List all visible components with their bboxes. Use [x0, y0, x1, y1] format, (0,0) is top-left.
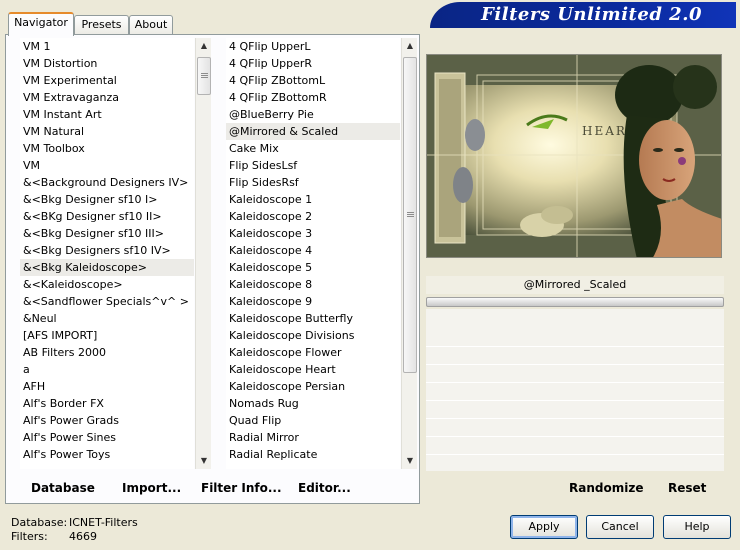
editor-button[interactable]: Editor...	[298, 481, 351, 495]
randomize-button[interactable]: Randomize	[569, 481, 643, 495]
tab-navigator[interactable]: Navigator	[8, 12, 74, 36]
list-item[interactable]: Kaleidoscope Flower	[226, 344, 400, 361]
list-item[interactable]: VM 1	[20, 38, 194, 55]
list-item[interactable]: Alf's Power Sines	[20, 429, 194, 446]
list-item[interactable]: Radial Replicate	[226, 446, 400, 463]
category-list[interactable]: VM 1 VM Distortion VM Experimental VM Extra…	[20, 38, 194, 469]
list-item[interactable]: Radial Mirror	[226, 429, 400, 446]
list-item[interactable]: VM Experimental	[20, 72, 194, 89]
tab-about[interactable]: About	[129, 15, 173, 34]
preview-artwork: HEART	[427, 55, 721, 257]
list-item[interactable]: VM Distortion	[20, 55, 194, 72]
list-item[interactable]: Cake Mix	[226, 140, 400, 157]
list-item[interactable]: Kaleidoscope 9	[226, 293, 400, 310]
list-item[interactable]: Quad Flip	[226, 412, 400, 429]
list-item[interactable]: Flip SidesRsf	[226, 174, 400, 191]
list-item[interactable]: Kaleidoscope Persian	[226, 378, 400, 395]
list-item[interactable]: 4 QFlip ZBottomL	[226, 72, 400, 89]
list-item[interactable]: VM Extravaganza	[20, 89, 194, 106]
apply-button[interactable]: Apply	[510, 515, 578, 539]
list-item[interactable]: &Neul	[20, 310, 194, 327]
list-item[interactable]: Nomads Rug	[226, 395, 400, 412]
list-item[interactable]: a	[20, 361, 194, 378]
list-item[interactable]: [AFS IMPORT]	[20, 327, 194, 344]
list-item[interactable]: &<Sandflower Specials^v^ >	[20, 293, 194, 310]
database-label: Database:	[11, 516, 68, 529]
tab-presets[interactable]: Presets	[74, 15, 129, 34]
list-item[interactable]: &<Bkg Designer sf10 I>	[20, 191, 194, 208]
list-item[interactable]: Alf's Power Toys	[20, 446, 194, 463]
filters-count-value: 4669	[69, 530, 97, 543]
scroll-up-arrow-icon[interactable]: ▲	[402, 38, 418, 54]
list-item[interactable]: &<Bkg Designer sf10 III>	[20, 225, 194, 242]
list-item[interactable]: 4 QFlip UpperL	[226, 38, 400, 55]
list-item[interactable]: &<Kaleidoscope>	[20, 276, 194, 293]
list-item[interactable]: &<Background Designers IV>	[20, 174, 194, 191]
import-button[interactable]: Import...	[122, 481, 181, 495]
reset-button[interactable]: Reset	[668, 481, 706, 495]
list-item[interactable]: AFH	[20, 378, 194, 395]
list-item[interactable]: &<Bkg Designers sf10 IV>	[20, 242, 194, 259]
list-item[interactable]: @BlueBerry Pie	[226, 106, 400, 123]
filter-info-button[interactable]: Filter Info...	[201, 481, 282, 495]
database-value: ICNET-Filters	[69, 516, 138, 529]
scroll-thumb[interactable]	[197, 57, 211, 95]
list-item[interactable]: Kaleidoscope 4	[226, 242, 400, 259]
list-item[interactable]: Alf's Border FX	[20, 395, 194, 412]
app-title-banner: Filters Unlimited 2.0	[430, 2, 736, 28]
filters-count-label: Filters:	[11, 530, 48, 543]
list-item[interactable]: Kaleidoscope Divisions	[226, 327, 400, 344]
filter-list[interactable]: 4 QFlip UpperL 4 QFlip UpperR 4 QFlip ZBot…	[226, 38, 400, 469]
cancel-button[interactable]: Cancel	[586, 515, 654, 539]
list-item[interactable]: 4 QFlip ZBottomR	[226, 89, 400, 106]
list-item[interactable]: 4 QFlip UpperR	[226, 55, 400, 72]
scroll-thumb[interactable]	[403, 57, 417, 373]
scroll-down-arrow-icon[interactable]: ▼	[402, 453, 418, 469]
current-filter-name: @Mirrored _Scaled	[426, 276, 724, 294]
list-item[interactable]: Kaleidoscope 8	[226, 276, 400, 293]
list-item[interactable]: Kaleidoscope 1	[226, 191, 400, 208]
list-item[interactable]: Kaleidoscope Butterfly	[226, 310, 400, 327]
scroll-down-arrow-icon[interactable]: ▼	[196, 453, 212, 469]
list-item[interactable]: VM Instant Art	[20, 106, 194, 123]
preview-image: HEART	[426, 54, 722, 258]
list-item[interactable]: Alf's Power Grads	[20, 412, 194, 429]
scroll-up-arrow-icon[interactable]: ▲	[196, 38, 212, 54]
list-item[interactable]: Kaleidoscope 2	[226, 208, 400, 225]
list-item[interactable]: Kaleidoscope 5	[226, 259, 400, 276]
list-item[interactable]: &<BKg Designer sf10 II>	[20, 208, 194, 225]
list-item[interactable]: Kaleidoscope 3	[226, 225, 400, 242]
filter-scrollbar[interactable]: ▲ ▼	[401, 38, 417, 469]
parameter-area	[426, 309, 724, 471]
list-item[interactable]: VM Natural	[20, 123, 194, 140]
help-button[interactable]: Help	[663, 515, 731, 539]
database-button[interactable]: Database	[31, 481, 95, 495]
list-item[interactable]: VM Toolbox	[20, 140, 194, 157]
list-item[interactable]: VM	[20, 157, 194, 174]
category-scrollbar[interactable]: ▲ ▼	[195, 38, 211, 469]
list-item[interactable]: Flip SidesLsf	[226, 157, 400, 174]
list-item[interactable]: @Mirrored & Scaled	[226, 123, 400, 140]
list-item[interactable]: Kaleidoscope Heart	[226, 361, 400, 378]
progress-bar	[426, 297, 724, 307]
list-item[interactable]: &<Bkg Kaleidoscope>	[20, 259, 194, 276]
list-item[interactable]: AB Filters 2000	[20, 344, 194, 361]
